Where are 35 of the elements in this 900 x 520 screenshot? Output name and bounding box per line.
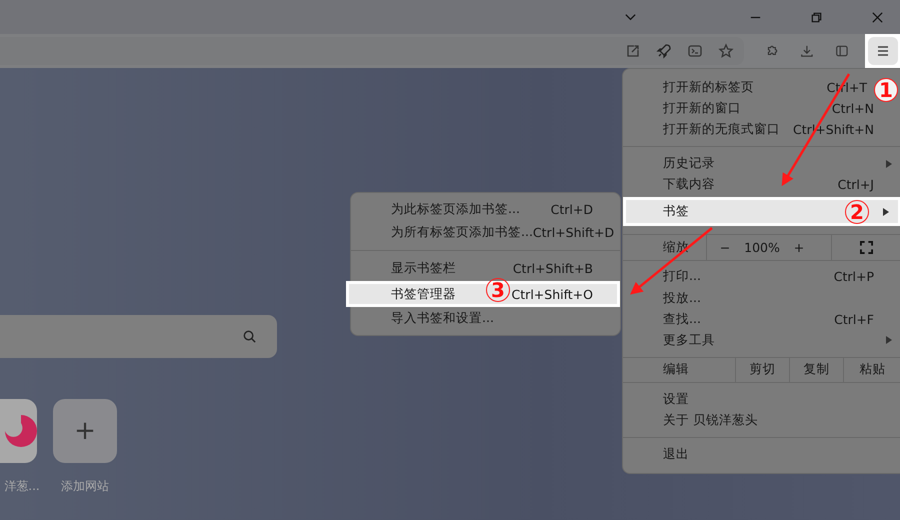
menu-item[interactable]: 显示书签栏 Ctrl+Shift+B	[351, 257, 620, 280]
menu-item[interactable]: 为此标签页添加书签... Ctrl+D	[351, 198, 620, 221]
menu-item[interactable]: 打印... Ctrl+P	[623, 266, 900, 288]
menu-item[interactable]: 关于 贝锐洋葱头	[623, 410, 900, 432]
restore-icon[interactable]	[810, 10, 823, 24]
zoom-in-button[interactable]: +	[781, 234, 817, 260]
star-icon[interactable]	[718, 43, 734, 59]
menu-item[interactable]: 历史记录	[623, 153, 900, 174]
share-icon[interactable]	[625, 43, 641, 59]
shortcut-label: 添加网站	[61, 478, 109, 495]
menu-item[interactable]: 退出	[623, 444, 900, 466]
menu-item[interactable]: 导入书签和设置...	[351, 307, 620, 330]
close-icon[interactable]	[871, 10, 884, 24]
search-field[interactable]	[0, 315, 277, 358]
rocket-icon[interactable]	[656, 43, 672, 59]
menu-item[interactable]: 设置	[623, 389, 900, 410]
step-number: 2	[845, 200, 869, 224]
terminal-icon[interactable]	[687, 43, 703, 59]
menu-button[interactable]	[868, 37, 898, 65]
menu-icon	[876, 44, 890, 58]
sidebar-icon[interactable]	[834, 43, 848, 59]
menu-item[interactable]: 下载内容 Ctrl+J	[623, 174, 900, 196]
menu-item[interactable]: 更多工具	[623, 330, 900, 351]
zoom-level: 100%	[743, 238, 781, 257]
menu-item[interactable]: 投放...	[623, 288, 900, 309]
zoom-out-button[interactable]: −	[707, 234, 743, 260]
add-site-button[interactable]: +	[53, 399, 117, 463]
fullscreen-icon[interactable]	[860, 240, 873, 254]
shortcut-label: 洋葱...	[3, 478, 40, 495]
step-number: 3	[486, 278, 510, 302]
edit-action-button[interactable]: 粘贴	[844, 358, 900, 382]
menu-item[interactable]: 查找... Ctrl+F	[623, 308, 900, 330]
search-icon[interactable]	[242, 329, 257, 344]
menu-item[interactable]: 为所有标签页添加书签...Ctrl+Shift+D	[351, 221, 620, 244]
download-icon[interactable]	[800, 43, 814, 59]
